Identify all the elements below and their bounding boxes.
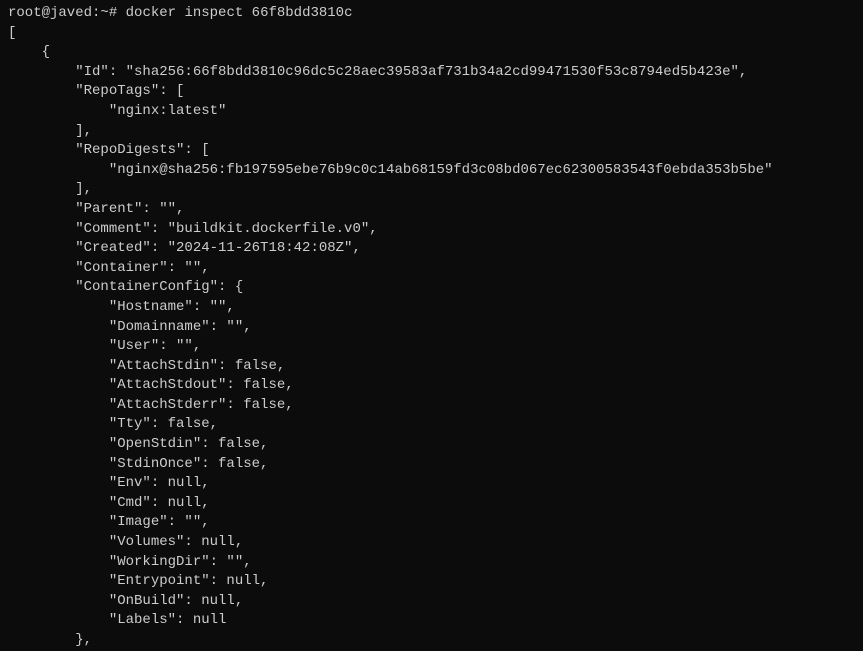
output-line: "AttachStdin": false, (8, 357, 855, 377)
output-line: "Tty": false, (8, 415, 855, 435)
output-line: "Comment": "buildkit.dockerfile.v0", (8, 220, 855, 240)
output-line: [ (8, 24, 855, 44)
output-line: "User": "", (8, 337, 855, 357)
output-line: "WorkingDir": "", (8, 553, 855, 573)
output-line: }, (8, 631, 855, 651)
output-line: "AttachStderr": false, (8, 396, 855, 416)
output-line: "Container": "", (8, 259, 855, 279)
output-line: "nginx:latest" (8, 102, 855, 122)
prompt-user-host: root@javed (8, 5, 92, 21)
output-line: "nginx@sha256:fb197595ebe76b9c0c14ab6815… (8, 161, 855, 181)
output-line: ], (8, 180, 855, 200)
output-line: "Labels": null (8, 611, 855, 631)
output-line: "OpenStdin": false, (8, 435, 855, 455)
output-line: "Cmd": null, (8, 494, 855, 514)
output-line: "Created": "2024-11-26T18:42:08Z", (8, 239, 855, 259)
output-line: "Image": "", (8, 513, 855, 533)
output-line: "Id": "sha256:66f8bdd3810c96dc5c28aec395… (8, 63, 855, 83)
output-line: "Hostname": "", (8, 298, 855, 318)
output-line: "Volumes": null, (8, 533, 855, 553)
output-line: { (8, 43, 855, 63)
prompt-symbol: # (109, 5, 117, 21)
output-line: "Parent": "", (8, 200, 855, 220)
output-line: "AttachStdout": false, (8, 376, 855, 396)
output-line: ], (8, 122, 855, 142)
prompt-path: ~ (100, 5, 108, 21)
output-line: "OnBuild": null, (8, 592, 855, 612)
output-line: "Entrypoint": null, (8, 572, 855, 592)
output-line: "RepoTags": [ (8, 82, 855, 102)
output-line: "StdinOnce": false, (8, 455, 855, 475)
output-line: "ContainerConfig": { (8, 278, 855, 298)
terminal-prompt-line: root@javed:~# docker inspect 66f8bdd3810… (8, 4, 855, 24)
output-line: "Env": null, (8, 474, 855, 494)
terminal-output: [ { "Id": "sha256:66f8bdd3810c96dc5c28ae… (8, 24, 855, 651)
output-line: "RepoDigests": [ (8, 141, 855, 161)
output-line: "Domainname": "", (8, 318, 855, 338)
command-text[interactable]: docker inspect 66f8bdd3810c (126, 5, 353, 21)
